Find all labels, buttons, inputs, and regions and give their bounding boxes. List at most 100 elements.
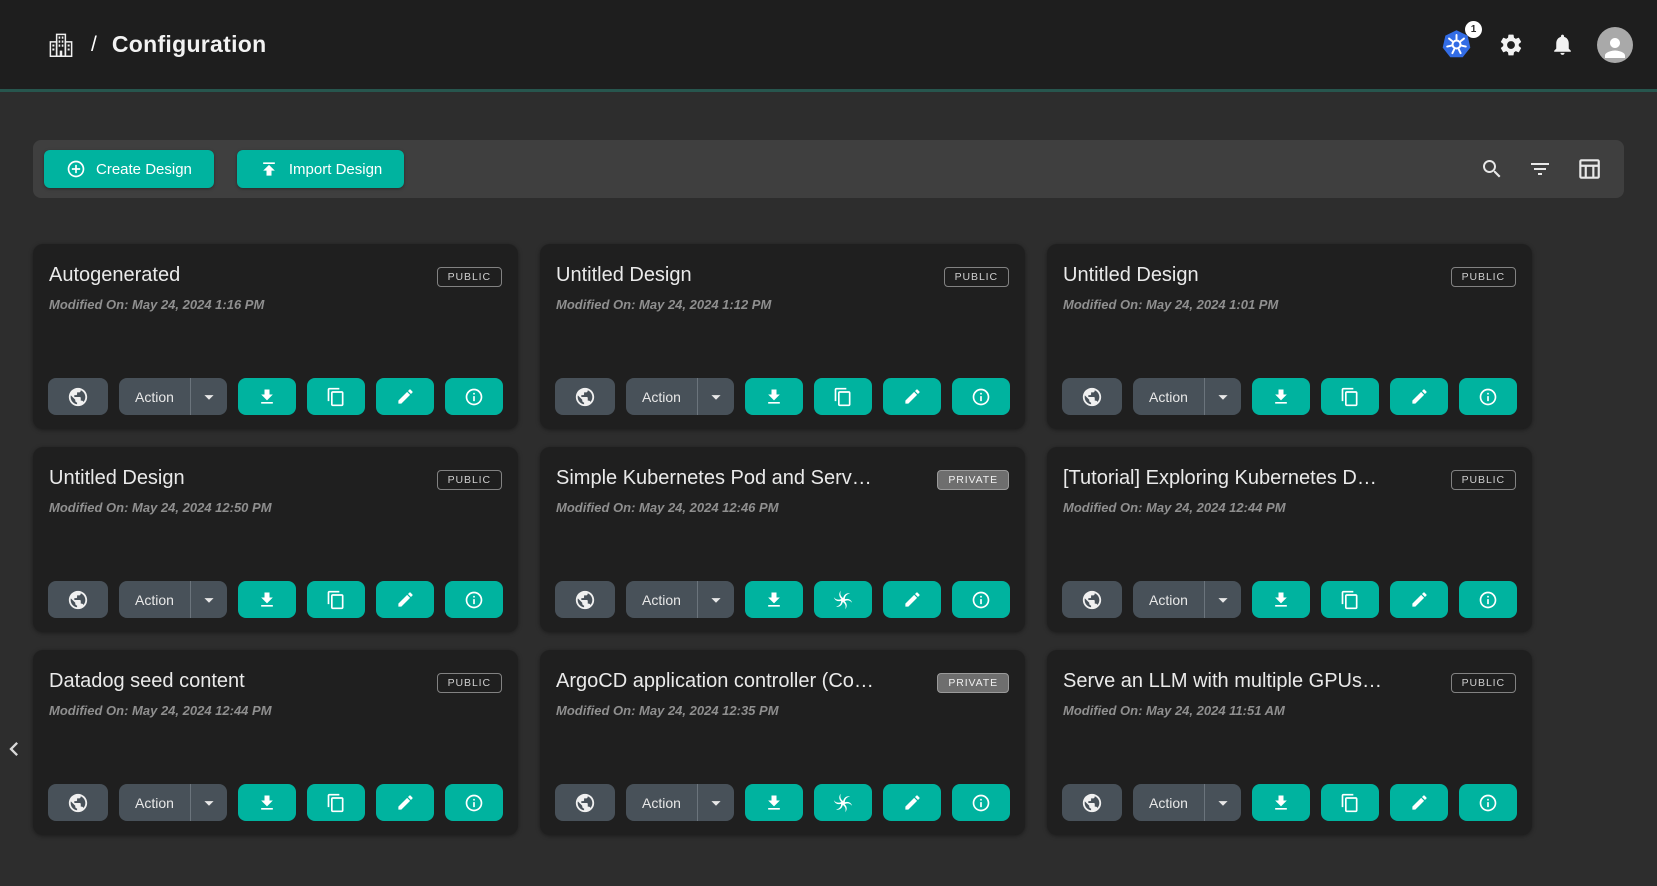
action-button-label[interactable]: Action	[626, 389, 697, 405]
create-design-label: Create Design	[96, 161, 192, 178]
edit-button[interactable]	[376, 378, 434, 415]
action-split-button[interactable]: Action	[626, 581, 734, 618]
download-button[interactable]	[1252, 378, 1310, 415]
edit-button[interactable]	[376, 581, 434, 618]
action-split-button[interactable]: Action	[119, 581, 227, 618]
building-icon[interactable]	[46, 29, 76, 61]
info-button[interactable]	[1459, 784, 1517, 821]
clone-button[interactable]	[814, 378, 872, 415]
filter-icon	[1528, 157, 1552, 181]
clone-button[interactable]	[307, 378, 365, 415]
chevron-down-icon[interactable]	[1205, 792, 1241, 814]
info-button[interactable]	[952, 581, 1010, 618]
create-design-button[interactable]: Create Design	[44, 150, 214, 188]
download-button[interactable]	[238, 581, 296, 618]
action-split-button[interactable]: Action	[626, 784, 734, 821]
edit-button[interactable]	[1390, 784, 1448, 821]
download-button[interactable]	[745, 581, 803, 618]
filter-button[interactable]	[1524, 153, 1556, 185]
globe-icon	[1081, 589, 1103, 611]
action-split-button[interactable]: Action	[1133, 378, 1241, 415]
edit-button[interactable]	[1390, 378, 1448, 415]
clone-button[interactable]	[1321, 378, 1379, 415]
download-button[interactable]	[745, 784, 803, 821]
drawer-collapse-button[interactable]	[0, 735, 28, 763]
download-button[interactable]	[238, 378, 296, 415]
action-split-button[interactable]: Action	[1133, 784, 1241, 821]
clone-button[interactable]	[307, 581, 365, 618]
chevron-down-icon[interactable]	[191, 386, 227, 408]
designs-toolbar: Create Design Import Design	[33, 140, 1624, 198]
toolbar-left-group: Create Design Import Design	[44, 150, 404, 188]
action-button-label[interactable]: Action	[626, 795, 697, 811]
action-split-button[interactable]: Action	[626, 378, 734, 415]
action-button-label[interactable]: Action	[1133, 795, 1204, 811]
modified-date: Modified On: May 24, 2024 12:50 PM	[49, 500, 502, 515]
action-button-label[interactable]: Action	[626, 592, 697, 608]
action-split-button[interactable]: Action	[119, 378, 227, 415]
chevron-down-icon[interactable]	[1205, 386, 1241, 408]
pencil-icon	[903, 793, 922, 812]
pencil-icon	[396, 387, 415, 406]
action-button-label[interactable]: Action	[1133, 592, 1204, 608]
visibility-globe-button[interactable]	[555, 581, 615, 618]
download-button[interactable]	[238, 784, 296, 821]
clone-button[interactable]	[814, 581, 872, 618]
edit-button[interactable]	[883, 784, 941, 821]
action-button-label[interactable]: Action	[1133, 389, 1204, 405]
globe-icon	[67, 589, 89, 611]
info-button[interactable]	[445, 378, 503, 415]
visibility-globe-button[interactable]	[48, 378, 108, 415]
info-icon	[1478, 387, 1498, 407]
visibility-globe-button[interactable]	[1062, 784, 1122, 821]
download-button[interactable]	[1252, 581, 1310, 618]
chevron-down-icon[interactable]	[1205, 589, 1241, 611]
card-actions: Action	[48, 581, 503, 618]
pencil-icon	[1410, 793, 1429, 812]
action-button-label[interactable]: Action	[119, 389, 190, 405]
download-icon	[1271, 387, 1291, 407]
clone-button[interactable]	[1321, 581, 1379, 618]
globe-icon	[1081, 792, 1103, 814]
chevron-down-icon[interactable]	[191, 589, 227, 611]
import-design-button[interactable]: Import Design	[237, 150, 404, 188]
action-split-button[interactable]: Action	[1133, 581, 1241, 618]
chevron-down-icon[interactable]	[698, 589, 734, 611]
visibility-globe-button[interactable]	[555, 784, 615, 821]
user-avatar[interactable]	[1597, 27, 1633, 63]
info-button[interactable]	[952, 378, 1010, 415]
kubernetes-context-button[interactable]: 1	[1437, 25, 1476, 64]
action-button-label[interactable]: Action	[119, 795, 190, 811]
edit-button[interactable]	[376, 784, 434, 821]
chevron-down-icon[interactable]	[191, 792, 227, 814]
info-button[interactable]	[1459, 378, 1517, 415]
table-view-button[interactable]	[1572, 152, 1606, 186]
download-button[interactable]	[745, 378, 803, 415]
visibility-globe-button[interactable]	[1062, 378, 1122, 415]
action-split-button[interactable]: Action	[119, 784, 227, 821]
visibility-globe-button[interactable]	[1062, 581, 1122, 618]
card-header: [Tutorial] Exploring Kubernetes D… PUBLI…	[1063, 467, 1516, 490]
visibility-globe-button[interactable]	[48, 581, 108, 618]
visibility-globe-button[interactable]	[555, 378, 615, 415]
edit-button[interactable]	[883, 378, 941, 415]
visibility-globe-button[interactable]	[48, 784, 108, 821]
chevron-down-icon[interactable]	[698, 386, 734, 408]
download-button[interactable]	[1252, 784, 1310, 821]
search-button[interactable]	[1476, 153, 1508, 185]
edit-button[interactable]	[883, 581, 941, 618]
action-button-label[interactable]: Action	[119, 592, 190, 608]
info-button[interactable]	[952, 784, 1010, 821]
clone-button[interactable]	[307, 784, 365, 821]
clone-button[interactable]	[1321, 784, 1379, 821]
info-button[interactable]	[1459, 581, 1517, 618]
edit-button[interactable]	[1390, 581, 1448, 618]
clone-button[interactable]	[814, 784, 872, 821]
info-icon	[971, 590, 991, 610]
info-button[interactable]	[445, 784, 503, 821]
gear-icon	[1498, 32, 1524, 58]
settings-button[interactable]	[1494, 28, 1528, 62]
notifications-button[interactable]	[1546, 28, 1579, 61]
info-button[interactable]	[445, 581, 503, 618]
chevron-down-icon[interactable]	[698, 792, 734, 814]
